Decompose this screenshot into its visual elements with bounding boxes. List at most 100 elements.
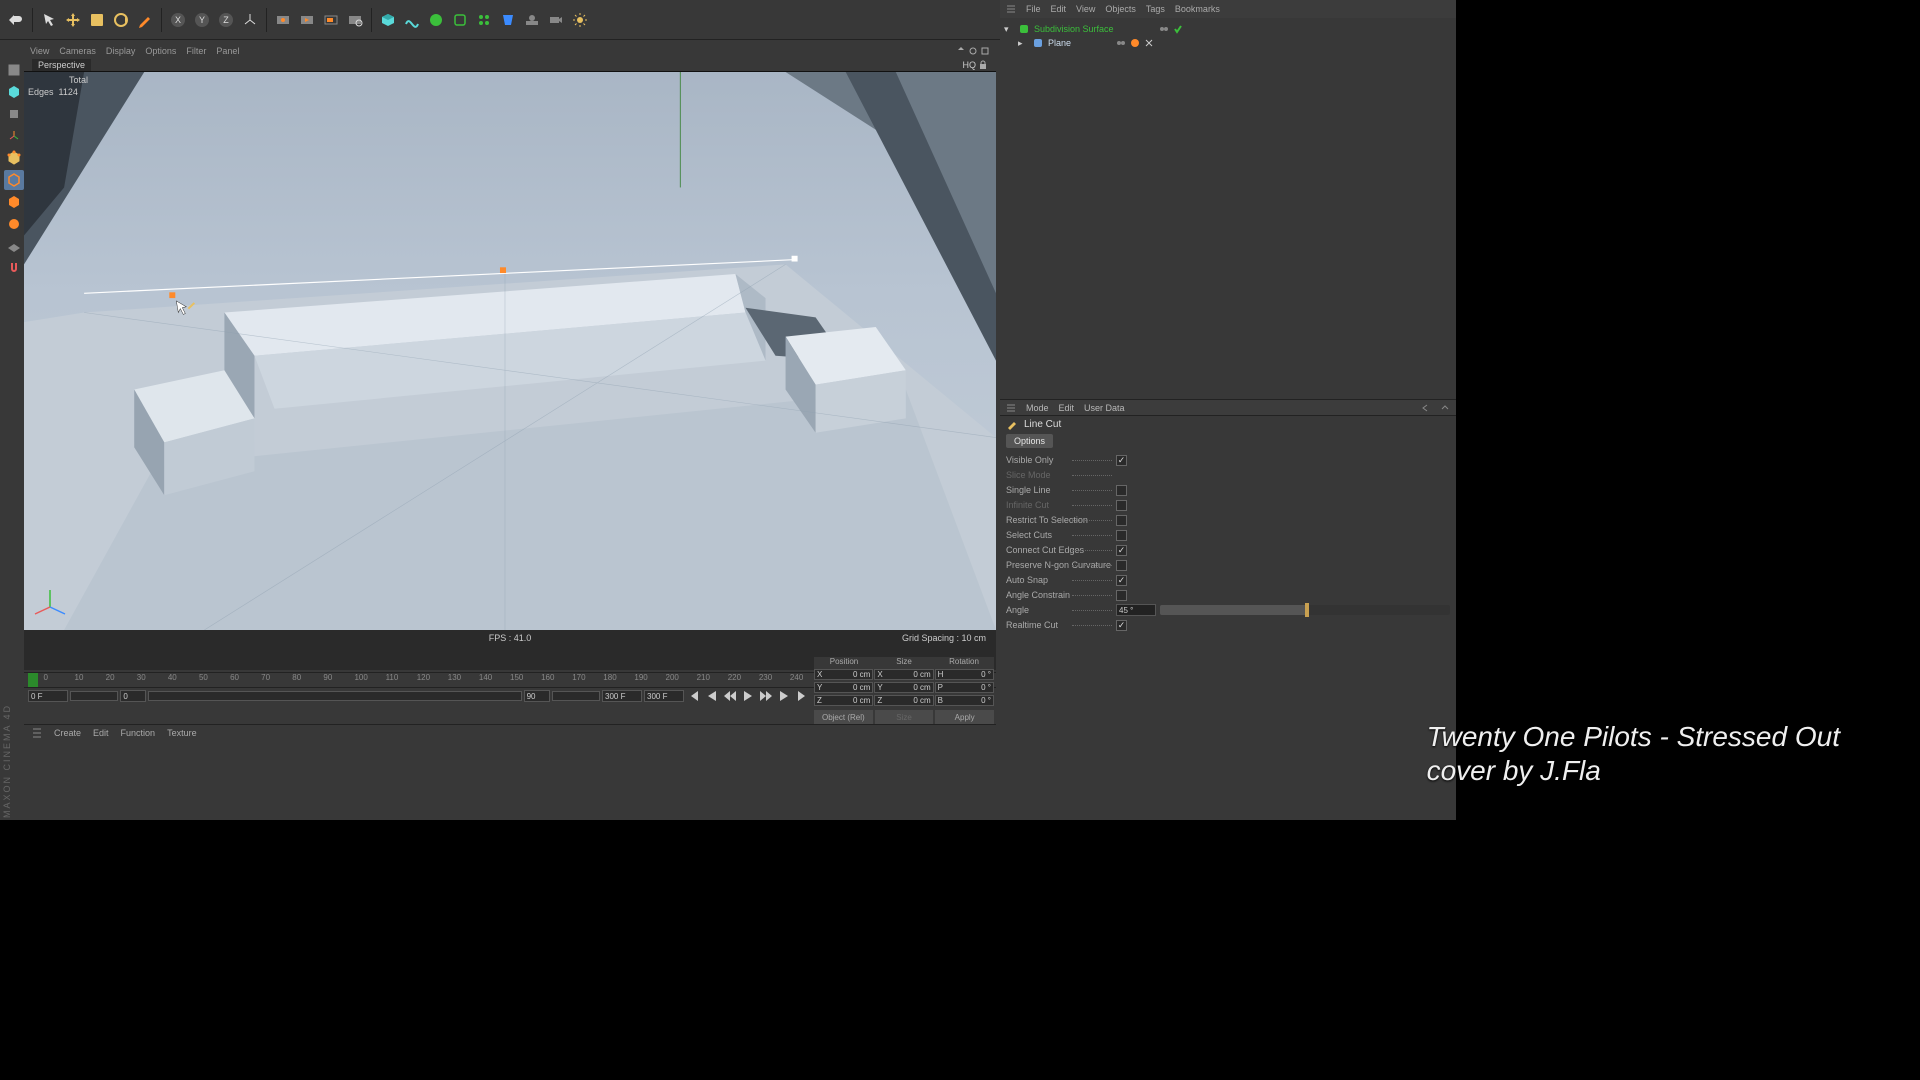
rotate-tool[interactable] (111, 10, 131, 30)
render-region-button[interactable] (321, 10, 341, 30)
timeline-range-start[interactable] (70, 691, 118, 701)
coord-rot-input[interactable]: P0 ° (935, 682, 994, 693)
timeline-end-input[interactable] (602, 690, 642, 702)
funcbar-edit[interactable]: Edit (93, 728, 109, 738)
deformer-button[interactable] (498, 10, 518, 30)
om-menu-objects[interactable]: Objects (1105, 4, 1136, 14)
viewport-hq-label[interactable]: HQ (963, 60, 977, 70)
viewport-3d[interactable] (24, 72, 996, 630)
render-view-button[interactable] (273, 10, 293, 30)
om-expand-icon[interactable] (1006, 4, 1016, 14)
tree-toggle[interactable]: ▾ (1004, 24, 1014, 35)
checkbox[interactable] (1116, 500, 1127, 511)
undo-button[interactable] (6, 10, 26, 30)
select-tool[interactable] (39, 10, 59, 30)
checkbox[interactable] (1116, 545, 1127, 556)
expand-icon[interactable] (32, 728, 42, 738)
axis-y-button[interactable]: Y (192, 10, 212, 30)
phong-tag[interactable] (1129, 37, 1141, 49)
object-tree[interactable]: ▾ Subdivision Surface ▸ Plane (1000, 18, 1456, 54)
edge-mode-button[interactable] (4, 170, 24, 190)
coord-rot-input[interactable]: B0 ° (935, 695, 994, 706)
timeline-playhead[interactable] (28, 673, 38, 687)
checkbox[interactable] (1116, 575, 1127, 586)
checkbox[interactable] (1116, 620, 1127, 631)
am-back-icon[interactable] (1420, 403, 1430, 413)
goto-end-button[interactable] (794, 689, 810, 703)
make-editable-button[interactable] (4, 60, 24, 80)
camera-button[interactable] (546, 10, 566, 30)
om-menu-view[interactable]: View (1076, 4, 1095, 14)
coord-system-button[interactable] (240, 10, 260, 30)
checkbox[interactable] (1116, 515, 1127, 526)
number-input[interactable] (1116, 604, 1156, 616)
workplane-button[interactable] (4, 236, 24, 256)
om-menu-file[interactable]: File (1026, 4, 1041, 14)
am-up-icon[interactable] (1440, 403, 1450, 413)
coord-pos-input[interactable]: X0 cm (814, 669, 873, 680)
render-pv-button[interactable] (297, 10, 317, 30)
texture-mode-button[interactable] (4, 214, 24, 234)
timeline-range-end[interactable] (552, 691, 600, 701)
vp-menu-view[interactable]: View (30, 46, 49, 56)
coord-rot-input[interactable]: H0 ° (935, 669, 994, 680)
om-menu-bookmarks[interactable]: Bookmarks (1175, 4, 1220, 14)
timeline-start-input[interactable] (28, 690, 68, 702)
checkbox[interactable] (1116, 485, 1127, 496)
close-tag[interactable] (1143, 37, 1155, 49)
checkbox[interactable] (1116, 560, 1127, 571)
timeline-fps-input[interactable] (644, 690, 684, 702)
visibility-tag[interactable] (1158, 23, 1170, 35)
vp-menu-panel[interactable]: Panel (216, 46, 239, 56)
visibility-tag[interactable] (1115, 37, 1127, 49)
snap-button[interactable] (4, 258, 24, 278)
next-frame-button[interactable] (758, 689, 774, 703)
checkbox[interactable] (1116, 455, 1127, 466)
array-button[interactable] (474, 10, 494, 30)
tree-toggle[interactable]: ▸ (1018, 38, 1028, 49)
object-row[interactable]: ▾ Subdivision Surface (1004, 22, 1452, 36)
subdivision-button[interactable] (450, 10, 470, 30)
funcbar-create[interactable]: Create (54, 728, 81, 738)
checkbox[interactable] (1116, 530, 1127, 541)
timeline-track[interactable] (148, 691, 521, 701)
play-button[interactable] (740, 689, 756, 703)
om-menu-edit[interactable]: Edit (1051, 4, 1067, 14)
am-menu-edit[interactable]: Edit (1059, 403, 1075, 413)
om-menu-tags[interactable]: Tags (1146, 4, 1165, 14)
vp-menu-options[interactable]: Options (145, 46, 176, 56)
environment-button[interactable] (522, 10, 542, 30)
prev-frame-button[interactable] (722, 689, 738, 703)
axis-x-button[interactable]: X (168, 10, 188, 30)
funcbar-texture[interactable]: Texture (167, 728, 197, 738)
spline-button[interactable] (402, 10, 422, 30)
object-row[interactable]: ▸ Plane (1004, 36, 1452, 50)
coord-size-input[interactable]: Z0 cm (874, 695, 933, 706)
vp-nav-icon[interactable] (956, 46, 990, 56)
coord-size-select[interactable]: Size (875, 710, 934, 724)
enable-tag[interactable] (1172, 23, 1184, 35)
coord-pos-input[interactable]: Z0 cm (814, 695, 873, 706)
model-mode-button[interactable] (4, 82, 24, 102)
polygon-mode-button[interactable] (4, 192, 24, 212)
axis-mode-button[interactable] (4, 126, 24, 146)
point-mode-button[interactable] (4, 148, 24, 168)
move-tool[interactable] (63, 10, 83, 30)
axis-z-button[interactable]: Z (216, 10, 236, 30)
timeline-track-end[interactable] (524, 690, 550, 702)
am-expand-icon[interactable] (1006, 403, 1016, 413)
coord-size-input[interactable]: Y0 cm (874, 682, 933, 693)
vp-menu-filter[interactable]: Filter (186, 46, 206, 56)
prev-key-button[interactable] (704, 689, 720, 703)
checkbox[interactable] (1116, 590, 1127, 601)
timeline-track-start[interactable] (120, 690, 146, 702)
primitive-cube-button[interactable] (378, 10, 398, 30)
attribute-tab-options[interactable]: Options (1006, 434, 1053, 448)
object-name[interactable]: Plane (1048, 38, 1071, 48)
vp-menu-cameras[interactable]: Cameras (59, 46, 96, 56)
coord-mode-select[interactable]: Object (Rel) (814, 710, 873, 724)
funcbar-function[interactable]: Function (121, 728, 156, 738)
object-name[interactable]: Subdivision Surface (1034, 24, 1114, 34)
object-mode-button[interactable] (4, 104, 24, 124)
coord-pos-input[interactable]: Y0 cm (814, 682, 873, 693)
